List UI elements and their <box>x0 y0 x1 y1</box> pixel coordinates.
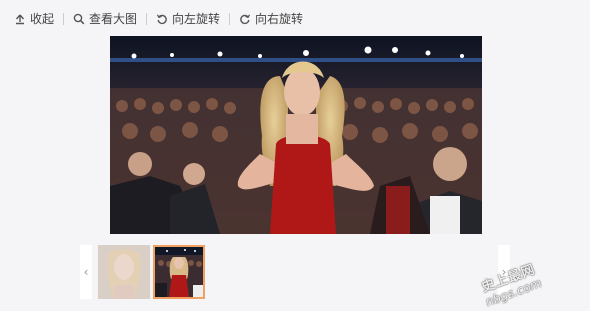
view-large-label: 查看大图 <box>89 12 138 26</box>
rotate-right-label: 向右旋转 <box>255 12 304 26</box>
thumbnail-2[interactable] <box>153 245 205 299</box>
search-icon <box>73 13 85 25</box>
collapse-button[interactable]: 收起 <box>14 13 54 25</box>
rotate-right-button[interactable]: 向右旋转 <box>239 13 303 25</box>
main-image[interactable] <box>110 36 482 234</box>
collapse-label: 收起 <box>30 12 55 26</box>
prev-arrow-button[interactable]: ‹ <box>80 245 92 299</box>
rotate-left-icon <box>156 14 167 25</box>
view-large-button[interactable]: 查看大图 <box>73 13 137 25</box>
thumbnail-1[interactable] <box>98 245 150 299</box>
toolbar-divider <box>146 13 148 25</box>
chevron-left-icon: ‹ <box>83 265 89 279</box>
toolbar-divider <box>63 13 65 25</box>
rotate-right-icon <box>240 14 251 25</box>
image-toolbar: 收起 查看大图 向左旋转 向右旋转 <box>14 10 303 28</box>
thumbnail-2-photo <box>155 247 203 297</box>
main-photo <box>110 36 482 234</box>
toolbar-divider <box>229 13 231 25</box>
rotate-left-label: 向左旋转 <box>172 12 221 26</box>
thumbnail-1-photo <box>98 245 150 299</box>
thumbnail-strip: ‹ › <box>80 245 510 299</box>
rotate-left-button[interactable]: 向左旋转 <box>156 13 220 25</box>
collapse-icon <box>15 14 25 25</box>
